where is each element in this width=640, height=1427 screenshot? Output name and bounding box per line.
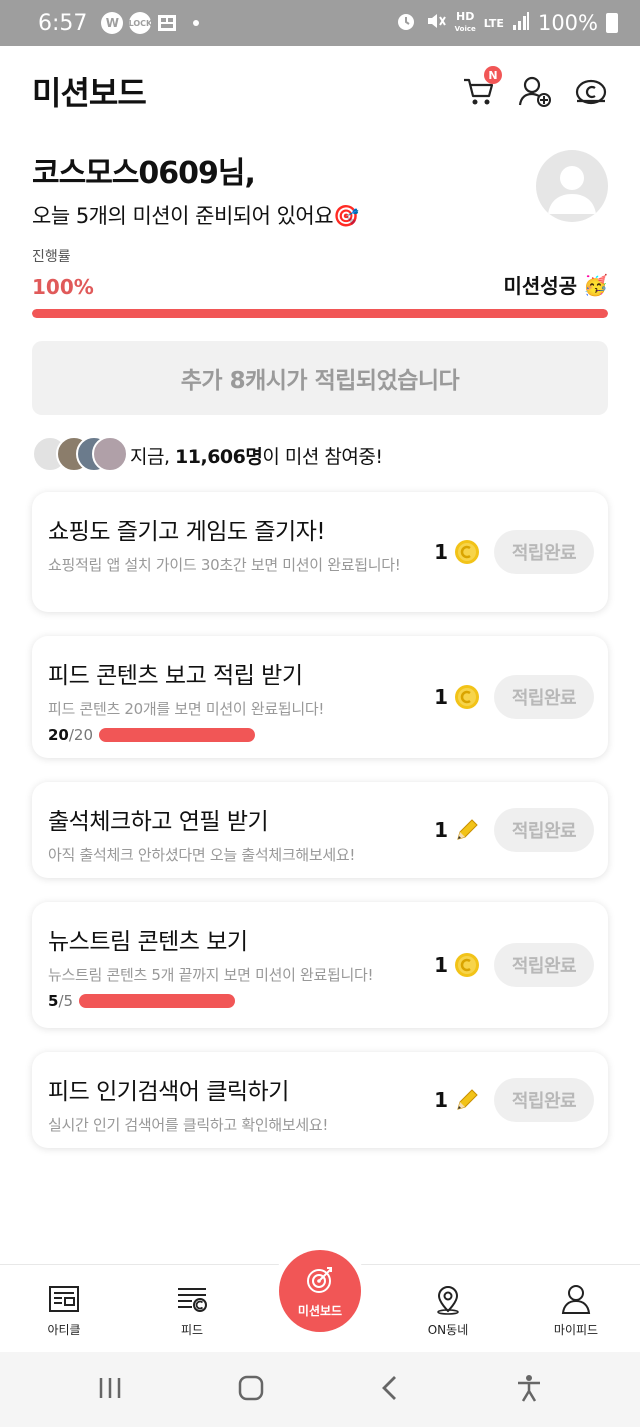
lock-app-icon: LOCK — [129, 12, 152, 34]
article-icon — [49, 1286, 79, 1312]
mission-card[interactable]: 쇼핑도 즐기고 게임도 즐기자! 쇼핑적립 앱 설치 가이드 30초간 보면 미… — [32, 492, 608, 612]
status-bar: 6:57 W LOCK HD Voice LTE 100% — [0, 0, 640, 46]
earned-complete-button[interactable]: 적립완료 — [494, 808, 594, 852]
mission-card[interactable]: 피드 콘텐츠 보고 적립 받기 피드 콘텐츠 20개를 보면 미션이 완료됩니다… — [32, 636, 608, 758]
more-notifications-icon — [193, 20, 200, 26]
hd-voice-icon: HD Voice — [454, 10, 476, 33]
progress-section: 진행률 100% 미션성공 🥳 — [32, 246, 608, 318]
progress-bar — [32, 309, 608, 318]
mission-status: 미션성공 🥳 — [503, 270, 608, 299]
participants-text: 지금, 11,606명이 미션 참여중! — [130, 445, 383, 468]
reward-amount: 1 — [434, 953, 448, 977]
add-friend-icon[interactable] — [518, 74, 552, 108]
pencil-icon — [454, 817, 480, 843]
participant-avatar — [92, 436, 128, 472]
coin-icon — [454, 539, 480, 565]
avatar[interactable] — [536, 150, 608, 222]
participant-avatars — [32, 436, 128, 474]
participants-count: 11,606명 — [175, 445, 263, 468]
progress-total: /20 — [68, 726, 94, 744]
nav-item-article[interactable]: 아티클 — [0, 1265, 128, 1352]
pencil-icon — [454, 1087, 480, 1113]
reward-amount: 1 — [434, 1088, 448, 1112]
mission-desc: 쇼핑적립 앱 설치 가이드 30초간 보면 미션이 완료됩니다! — [48, 556, 401, 574]
progress-current: 20 — [48, 726, 69, 744]
recent-apps-icon[interactable] — [97, 1375, 123, 1405]
accessibility-icon[interactable] — [515, 1374, 543, 1406]
signal-icon — [512, 11, 530, 36]
nav-label: 미션보드 — [297, 1303, 343, 1318]
mission-desc: 실시간 인기 검색어를 클릭하고 확인해보세요! — [48, 1116, 329, 1134]
greeting: 코스모스0609님, 오늘 5개의 미션이 준비되어 있어요🎯 — [32, 148, 359, 230]
nav-item-neighborhood[interactable]: ON동네 — [384, 1265, 512, 1352]
page-title: 미션보드 — [32, 74, 147, 112]
nav-item-feed[interactable]: 피드 — [128, 1265, 256, 1352]
home-icon[interactable] — [237, 1374, 265, 1406]
cart-badge: N — [484, 66, 502, 84]
mission-progress-bar — [79, 994, 236, 1008]
coin-icon — [454, 684, 480, 710]
progress-fill — [32, 309, 608, 318]
app-notification-icon: W — [101, 12, 124, 34]
mission-list: 쇼핑도 즐기고 게임도 즐기자! 쇼핑적립 앱 설치 가이드 30초간 보면 미… — [32, 492, 608, 1172]
app-header: 미션보드 N — [0, 46, 640, 136]
nav-label: 아티클 — [47, 1323, 81, 1337]
nav-label: 마이피드 — [553, 1323, 599, 1337]
user-name: 코스모스0609님, — [32, 156, 256, 191]
earned-complete-button[interactable]: 적립완료 — [494, 675, 594, 719]
mission-card[interactable]: 뉴스트림 콘텐츠 보기 뉴스트림 콘텐츠 5개 끝까지 보면 미션이 완료됩니다… — [32, 902, 608, 1028]
progress-current: 5 — [48, 992, 59, 1010]
earned-complete-button[interactable]: 적립완료 — [494, 530, 594, 574]
greeting-subtitle: 오늘 5개의 미션이 준비되어 있어요🎯 — [32, 204, 359, 228]
mission-desc: 피드 콘텐츠 20개를 보면 미션이 완료됩니다! — [48, 700, 325, 718]
mission-card[interactable]: 출석체크하고 연필 받기 아직 출석체크 안하셨다면 오늘 출석체크해보세요! … — [32, 782, 608, 878]
party-emoji-icon: 🥳 — [583, 272, 608, 297]
nav-label: ON동네 — [427, 1323, 469, 1337]
nav-item-myfeed[interactable]: 마이피드 — [512, 1265, 640, 1352]
nav-item-missionboard[interactable]: 미션보드 — [279, 1250, 361, 1332]
mission-card[interactable]: 피드 인기검색어 클릭하기 실시간 인기 검색어를 클릭하고 확인해보세요! 1… — [32, 1052, 608, 1148]
mute-icon — [425, 10, 447, 37]
status-time: 6:57 — [38, 10, 88, 36]
feed-icon — [178, 1288, 207, 1312]
gallery-icon — [157, 14, 177, 32]
location-icon — [437, 1286, 459, 1315]
alarm-icon — [395, 10, 417, 37]
cash-earned-banner: 추가 8캐시가 적립되었습니다 — [32, 341, 608, 415]
target-icon — [307, 1266, 332, 1293]
battery-percent: 100% — [537, 11, 598, 35]
reward-amount: 1 — [434, 685, 448, 709]
system-nav-bar — [0, 1352, 640, 1427]
nav-label: 피드 — [180, 1323, 204, 1337]
coin-icon — [454, 952, 480, 978]
mission-desc: 뉴스트림 콘텐츠 5개 끝까지 보면 미션이 완료됩니다! — [48, 966, 374, 984]
mission-desc: 아직 출석체크 안하셨다면 오늘 출석체크해보세요! — [48, 846, 356, 864]
participants-row: 지금, 11,606명이 미션 참여중! — [32, 436, 383, 474]
mission-status-label: 미션성공 — [503, 274, 578, 298]
mission-progress-bar — [99, 728, 256, 742]
cash-icon[interactable] — [574, 74, 608, 108]
mission-progress: 20/20 — [48, 726, 594, 744]
network-type: LTE — [483, 16, 504, 30]
earned-complete-button[interactable]: 적립완료 — [494, 1078, 594, 1122]
person-icon — [561, 1285, 591, 1314]
earned-complete-button[interactable]: 적립완료 — [494, 943, 594, 987]
reward-amount: 1 — [434, 540, 448, 564]
battery-icon — [606, 13, 618, 33]
cart-icon[interactable]: N — [462, 66, 502, 108]
mission-progress: 5/5 — [48, 992, 594, 1010]
back-icon[interactable] — [379, 1374, 401, 1406]
reward-amount: 1 — [434, 818, 448, 842]
default-avatar-icon — [548, 166, 596, 214]
progress-total: /5 — [58, 992, 74, 1010]
progress-percent: 100% — [32, 275, 94, 299]
progress-label: 진행률 — [32, 249, 71, 265]
